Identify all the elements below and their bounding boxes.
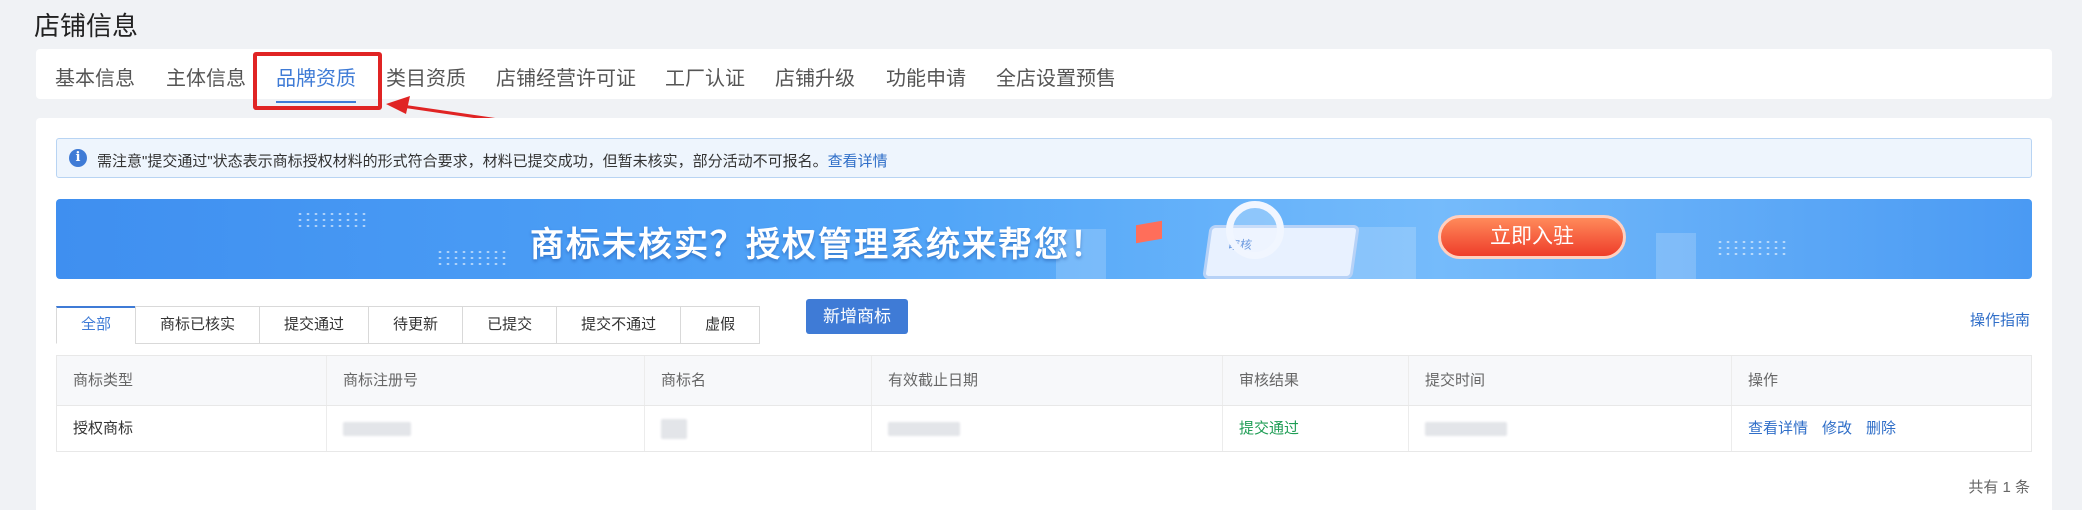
submit-time-cell bbox=[1408, 406, 1731, 451]
notice-detail-link[interactable]: 查看详情 bbox=[828, 153, 888, 170]
column-header: 商标注册号 bbox=[326, 356, 644, 405]
column-header: 商标名 bbox=[644, 356, 871, 405]
tab-store-upgrade[interactable]: 店铺升级 bbox=[775, 62, 855, 91]
table-row: 授权商标 提交通过 查看详情 修改 删除 bbox=[57, 406, 2031, 451]
flag-illustration bbox=[1136, 220, 1162, 244]
total-count: 共有 1 条 bbox=[1968, 479, 2030, 496]
filter-pending-update[interactable]: 待更新 bbox=[368, 306, 464, 344]
column-header: 商标类型 bbox=[73, 372, 134, 389]
filter-verified[interactable]: 商标已核实 bbox=[135, 306, 261, 344]
trademark-table: 商标类型 商标注册号 商标名 有效截止日期 审核结果 提交时间 操作 授权商标 … bbox=[56, 355, 2032, 452]
dots-decoration bbox=[1716, 239, 1786, 257]
building-decoration bbox=[1656, 233, 1696, 279]
table-header: 商标类型 商标注册号 商标名 有效截止日期 审核结果 提交时间 操作 bbox=[57, 356, 2031, 406]
status-filter-tabs: 全部 商标已核实 提交通过 待更新 已提交 提交不通过 虚假 bbox=[56, 306, 761, 344]
column-header: 审核结果 bbox=[1222, 356, 1408, 405]
tab-category-qualification[interactable]: 类目资质 bbox=[386, 62, 466, 91]
notice-bar: i 需注意"提交通过"状态表示商标授权材料的形式符合要求，材料已提交成功，但暂未… bbox=[56, 138, 2032, 178]
status-badge: 提交通过 bbox=[1239, 420, 1300, 437]
filter-all[interactable]: 全部 bbox=[56, 306, 137, 344]
notice-text: 需注意"提交通过"状态表示商标授权材料的形式符合要求，材料已提交成功，但暂未核实… bbox=[97, 150, 888, 171]
tab-entity-info[interactable]: 主体信息 bbox=[166, 62, 246, 91]
operations-cell: 查看详情 修改 删除 bbox=[1731, 406, 2033, 451]
review-result-cell: 提交通过 bbox=[1222, 406, 1408, 451]
dots-decoration bbox=[296, 211, 366, 229]
tab-business-license[interactable]: 店铺经营许可证 bbox=[496, 62, 636, 91]
tab-feature-application[interactable]: 功能申请 bbox=[886, 62, 966, 91]
notice-message: 需注意"提交通过"状态表示商标授权材料的形式符合要求，材料已提交成功，但暂未核实… bbox=[97, 153, 828, 170]
registration-number-cell bbox=[326, 406, 644, 451]
join-now-button[interactable]: 立即入驻 bbox=[1438, 215, 1626, 259]
operation-guide-link[interactable]: 操作指南 bbox=[1970, 309, 2030, 330]
tab-basic-info[interactable]: 基本信息 bbox=[55, 62, 135, 91]
page-title: 店铺信息 bbox=[34, 11, 139, 41]
redacted-value bbox=[888, 422, 960, 437]
promo-banner[interactable]: 商标未核实？授权管理系统来帮您！ 审核 立即入驻 bbox=[56, 199, 2032, 279]
expiry-date-cell bbox=[871, 406, 1222, 451]
info-icon: i bbox=[69, 149, 87, 167]
redacted-value bbox=[661, 419, 687, 440]
tab-factory-certification[interactable]: 工厂认证 bbox=[665, 62, 745, 91]
dots-decoration bbox=[436, 249, 506, 267]
column-header: 有效截止日期 bbox=[871, 356, 1222, 405]
edit-link[interactable]: 修改 bbox=[1822, 420, 1852, 437]
column-header: 操作 bbox=[1731, 356, 2033, 405]
magnifier-illustration bbox=[1226, 201, 1284, 259]
column-header: 提交时间 bbox=[1408, 356, 1731, 405]
redacted-value bbox=[1425, 422, 1507, 437]
brand-qualification-panel: i 需注意"提交通过"状态表示商标授权材料的形式符合要求，材料已提交成功，但暂未… bbox=[36, 118, 2052, 510]
annotation-highlight-box bbox=[253, 52, 382, 110]
banner-slogan: 商标未核实？授权管理系统来帮您！ bbox=[530, 226, 1106, 264]
add-trademark-button[interactable]: 新增商标 bbox=[806, 299, 908, 334]
view-details-link[interactable]: 查看详情 bbox=[1748, 420, 1808, 437]
trademark-name-cell bbox=[644, 406, 871, 451]
filter-submitted[interactable]: 已提交 bbox=[462, 306, 558, 344]
trademark-type-cell: 授权商标 bbox=[73, 420, 134, 437]
filter-rejected[interactable]: 提交不通过 bbox=[556, 306, 682, 344]
filter-submitted-passed[interactable]: 提交通过 bbox=[259, 306, 370, 344]
delete-link[interactable]: 删除 bbox=[1866, 420, 1896, 437]
tab-presale-settings[interactable]: 全店设置预售 bbox=[996, 62, 1116, 91]
filter-fake[interactable]: 虚假 bbox=[680, 306, 761, 344]
redacted-value bbox=[343, 422, 411, 437]
